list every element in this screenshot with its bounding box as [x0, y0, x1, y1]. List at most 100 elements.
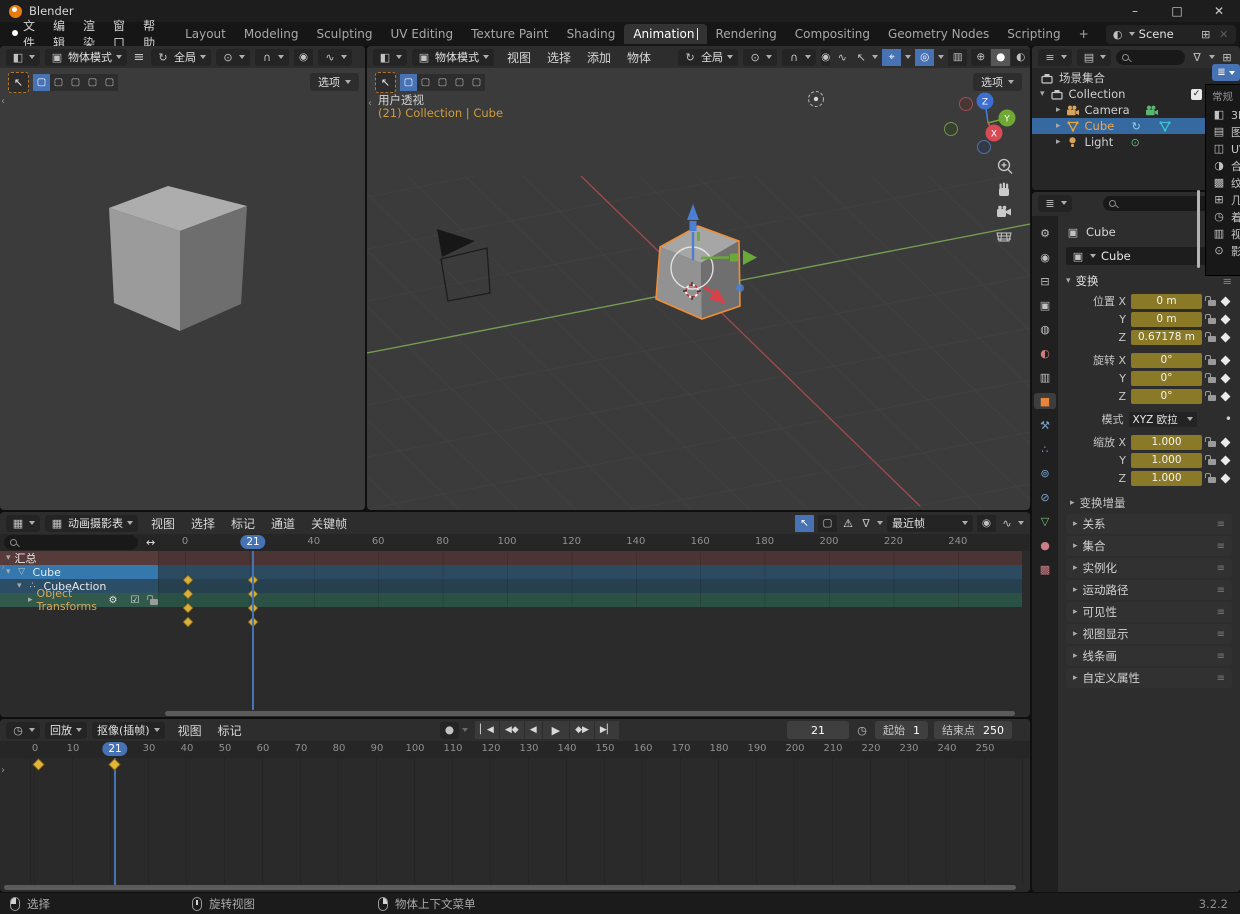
- properties-tab-world[interactable]: ◐: [1037, 345, 1053, 361]
- dope-sheet-editor[interactable]: ▦ ▦动画摄影表 视图选择标记通道关键帧 ↖ ▢ ⚠ ∇ 最近帧 ◉ ∿ ↔ 0…: [0, 512, 1030, 717]
- value-field[interactable]: 0°: [1131, 353, 1202, 368]
- animation-icon[interactable]: ↻: [1129, 120, 1143, 133]
- select-subtract-button[interactable]: ▢: [67, 74, 84, 91]
- light-data-icon[interactable]: ⊙: [1128, 136, 1142, 149]
- channel-keys[interactable]: [158, 565, 1022, 579]
- keyframe-diamond-icon[interactable]: [1221, 437, 1231, 447]
- region-toggle-icon[interactable]: ‹: [368, 98, 372, 109]
- only-selected-toggle[interactable]: ↖: [795, 515, 814, 532]
- minimize-button[interactable]: –: [1114, 0, 1156, 22]
- editor-type-button[interactable]: ◧: [6, 49, 40, 66]
- display-mode-button[interactable]: ▤: [1077, 49, 1111, 66]
- viewport-3d[interactable]: ◧ ▣物体模式 视图选择添加物体 ↻全局 ⊙ ∩ ◉ ∿ ↖ ⌖ ◎ ▥ ⊕ ●…: [367, 46, 1030, 510]
- workspace-tab-scripting[interactable]: Scripting: [998, 24, 1069, 44]
- decorator-dot-icon[interactable]: •: [1225, 412, 1232, 426]
- keyframe-diamond-icon[interactable]: [1221, 355, 1231, 365]
- workspace-tab-layout[interactable]: Layout: [176, 24, 235, 44]
- keyframe-diamond-icon[interactable]: [1221, 473, 1231, 483]
- properties-tab-view-layer[interactable]: ▣: [1037, 297, 1053, 313]
- dope-menu-关键帧[interactable]: 关键帧: [303, 515, 355, 532]
- wireframe-shading-button[interactable]: ⊕: [971, 49, 990, 66]
- editor-type-button[interactable]: ◧: [373, 49, 407, 66]
- timeline-menu-抠像(插帧)[interactable]: 抠像(插帧): [92, 722, 165, 739]
- channel-name[interactable]: ▾▽Cube: [0, 565, 158, 579]
- value-field[interactable]: 1.000: [1131, 453, 1202, 468]
- workspace-tab-animation[interactable]: Animation: [624, 24, 706, 44]
- tweak-tool-button[interactable]: ↖: [8, 72, 29, 93]
- camera-data-icon[interactable]: [1145, 105, 1159, 116]
- channel-keys[interactable]: [158, 579, 1022, 593]
- select-intersect-button[interactable]: ▢: [101, 74, 118, 91]
- keyframe-diamond-icon[interactable]: [1221, 455, 1231, 465]
- editor-type-button[interactable]: ▦: [6, 515, 40, 532]
- properties-tab-output[interactable]: ⊟: [1037, 273, 1053, 289]
- select-extend-button[interactable]: ▢: [50, 74, 67, 91]
- properties-tab-tool[interactable]: ⚙: [1037, 225, 1053, 241]
- invert-filter-button[interactable]: ↔: [141, 535, 160, 550]
- orientation-selector[interactable]: ↻全局: [678, 49, 738, 66]
- region-toggle-icon[interactable]: ›: [1, 765, 5, 776]
- falloff-selector[interactable]: ∿: [318, 49, 352, 66]
- pivot-selector[interactable]: ⊙: [743, 49, 777, 66]
- value-field[interactable]: 0 m: [1131, 312, 1202, 327]
- lock-open-icon[interactable]: [1208, 441, 1216, 447]
- panel-线条画[interactable]: ▸线条画≡: [1066, 646, 1232, 666]
- dope-menu-视图[interactable]: 视图: [143, 515, 183, 532]
- filter-button[interactable]: ∇: [1190, 51, 1204, 64]
- collapse-icon[interactable]: ▸: [28, 595, 33, 605]
- select-box-button[interactable]: ▢: [33, 74, 50, 91]
- editor-type-button[interactable]: ≣: [1038, 195, 1072, 212]
- editor-type-button[interactable]: ≡: [1038, 49, 1072, 66]
- lock-open-icon[interactable]: [1208, 377, 1216, 383]
- panel-可见性[interactable]: ▸可见性≡: [1066, 602, 1232, 622]
- jump-to-end-button[interactable]: ▶▏: [595, 721, 619, 739]
- menu-item-UV编辑器[interactable]: ◫UV编辑器: [1206, 140, 1240, 157]
- use-preview-range-icon[interactable]: ◷: [855, 724, 869, 737]
- panel-自定义属性[interactable]: ▸自定义属性≡: [1066, 668, 1232, 688]
- collapse-icon[interactable]: ▸: [1056, 105, 1061, 115]
- playhead[interactable]: [252, 551, 254, 710]
- properties-tab-physics[interactable]: ⊚: [1037, 465, 1053, 481]
- falloff-icon[interactable]: ∿: [835, 51, 849, 64]
- xray-toggle[interactable]: ▥: [948, 49, 967, 66]
- rotation-mode-dropdown[interactable]: XYZ 欧拉: [1129, 412, 1197, 427]
- menu-item-3D视图[interactable]: ◧3D视图: [1206, 106, 1240, 123]
- falloff-icon[interactable]: ∿: [1000, 517, 1014, 530]
- proportional-editing-button[interactable]: ◉: [977, 515, 996, 532]
- frame-ruler[interactable]: ↔ 0406080100120140160180200220240 21: [0, 534, 1030, 551]
- filter-button[interactable]: ∇: [859, 517, 873, 530]
- tweak-tool-button[interactable]: ↖: [375, 72, 396, 93]
- menu-item-图像编辑器[interactable]: ▤图像编辑器: [1206, 123, 1240, 140]
- channel-row-CubeAction[interactable]: ▾∴CubeAction: [0, 579, 1030, 593]
- select-extend-button[interactable]: ▢: [417, 74, 434, 91]
- editor-type-button-active[interactable]: ≣: [1212, 64, 1240, 81]
- menu-item-纹理节点编辑器[interactable]: ▩纹理节点编辑器: [1206, 174, 1240, 191]
- menu-item-几何节点编辑器[interactable]: ⊞几何节点编辑器: [1206, 191, 1240, 208]
- wrench-icon[interactable]: ⚙: [106, 595, 120, 606]
- select-intersect-button[interactable]: ▢: [468, 74, 485, 91]
- play-button[interactable]: ▶: [543, 721, 569, 739]
- properties-tab-material[interactable]: ●: [1037, 537, 1053, 553]
- lock-open-icon[interactable]: [1208, 477, 1216, 483]
- workspace-tab-sculpting[interactable]: Sculpting: [307, 24, 381, 44]
- channel-keys[interactable]: [158, 551, 1022, 565]
- menu-item-合成器[interactable]: ◑合成器: [1206, 157, 1240, 174]
- lock-open-icon[interactable]: [1208, 336, 1216, 342]
- channel-keys[interactable]: [158, 593, 1022, 607]
- snap-mode-selector[interactable]: 最近帧: [887, 515, 973, 532]
- panel-关系[interactable]: ▸关系≡: [1066, 514, 1232, 534]
- horizontal-scrollbar[interactable]: [165, 711, 1015, 716]
- menu-item-视频序列编辑器[interactable]: ▥视频序列编辑器: [1206, 225, 1240, 242]
- next-keyframe-button[interactable]: ◆▶: [570, 721, 594, 739]
- snap-selector[interactable]: ∩: [782, 49, 816, 66]
- properties-tab-texture[interactable]: ▩: [1037, 561, 1053, 577]
- panel-视图显示[interactable]: ▸视图显示≡: [1066, 624, 1232, 644]
- timeline-ruler[interactable]: 0103040506070809010011012013014015016017…: [0, 741, 1030, 758]
- viewport-menu-添加[interactable]: 添加: [579, 49, 619, 66]
- keyframe-diamond-icon[interactable]: [1221, 314, 1231, 324]
- lock-open-icon[interactable]: [1208, 395, 1216, 401]
- unlink-scene-icon[interactable]: ✕: [1217, 28, 1231, 41]
- new-collection-icon[interactable]: ⊞: [1220, 51, 1234, 64]
- close-button[interactable]: ✕: [1198, 0, 1240, 22]
- workspace-tab-rendering[interactable]: Rendering: [707, 24, 786, 44]
